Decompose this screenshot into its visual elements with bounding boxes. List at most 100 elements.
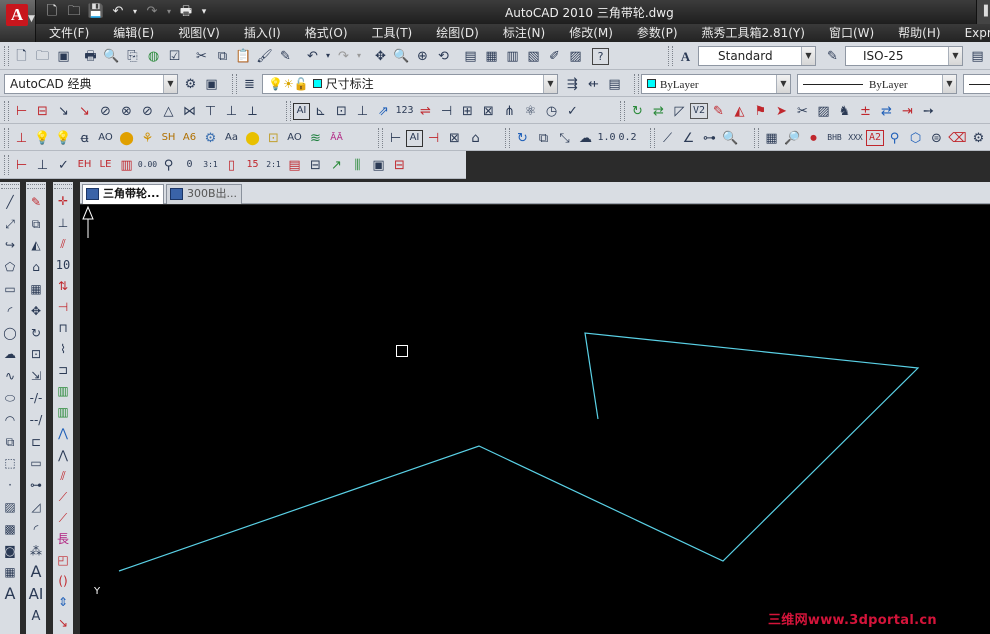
dim-space-icon[interactable]: ⟂ <box>242 101 263 122</box>
pan-icon[interactable]: ✥ <box>370 46 391 67</box>
lineweight-select[interactable] <box>963 74 990 94</box>
copy-object-icon[interactable]: ⧉ <box>26 213 46 235</box>
workspace-settings-icon[interactable]: ⚙ <box>180 74 201 95</box>
cube-icon[interactable]: ⬡ <box>905 128 926 149</box>
toolbar-grip[interactable] <box>4 101 9 121</box>
zoom-window-icon[interactable]: ⊕ <box>412 46 433 67</box>
table-red-icon[interactable]: ▤ <box>284 155 305 176</box>
menu-view[interactable]: 视图(V) <box>165 24 231 42</box>
revision-cloud-icon[interactable]: ☁ <box>0 344 20 366</box>
match-properties-icon[interactable]: 🖌 <box>254 46 275 67</box>
text-fill-icon[interactable]: ⬤ <box>116 128 137 149</box>
toolbar-grip[interactable] <box>668 46 673 66</box>
clean-screen-icon[interactable]: ▣ <box>201 74 222 95</box>
point-icon[interactable]: ⊶ <box>699 128 720 149</box>
text-align-icon[interactable]: A6 <box>179 128 200 149</box>
magnifier-icon[interactable]: 🔎 <box>782 128 803 149</box>
radius-dim-icon[interactable]: ⊘ <box>95 101 116 122</box>
toolbar-grip[interactable] <box>754 128 759 148</box>
convert-icon[interactable]: ↻ <box>627 101 648 122</box>
hatch-icon[interactable]: ▨ <box>0 496 20 518</box>
dim-h-icon[interactable]: ⊢ <box>11 155 32 176</box>
sheet-icon[interactable]: ⊟ <box>305 155 326 176</box>
circle-yellow-icon[interactable]: ⬤ <box>242 128 263 149</box>
cut-icon[interactable]: ✂ <box>191 46 212 67</box>
rotate-icon[interactable]: ↻ <box>26 322 46 344</box>
bulb-yellow-icon[interactable]: 💡 <box>53 128 74 149</box>
ratio-2-1-label[interactable]: 2:1 <box>263 155 284 176</box>
plot-preview-icon[interactable]: 🔍 <box>101 46 122 67</box>
customize-qat-icon[interactable]: ▾ <box>198 2 210 22</box>
page-corner-icon[interactable]: ◰ <box>53 550 73 571</box>
dim-update-icon[interactable]: ⊞ <box>457 101 478 122</box>
extend-icon[interactable]: --/ <box>26 409 46 431</box>
help-icon[interactable]: ? <box>592 47 609 65</box>
grid-color-icon[interactable]: ▥ <box>53 381 73 402</box>
markup-icon[interactable]: ✐ <box>544 46 565 67</box>
trim-icon[interactable]: -/- <box>26 387 46 409</box>
scale-icon[interactable]: ⧉ <box>533 128 554 149</box>
a2-label[interactable]: A2 <box>866 130 884 146</box>
center-mark-icon[interactable]: ⊥ <box>352 101 373 122</box>
toolbar-grip[interactable] <box>650 128 655 148</box>
construction-line-icon[interactable]: ⤢ <box>0 213 20 235</box>
toolbar-grip[interactable] <box>1 184 19 189</box>
menu-draw[interactable]: 绘图(D) <box>423 24 490 42</box>
menu-express[interactable]: Express <box>952 24 990 42</box>
workspace-select[interactable]: AutoCAD 经典 ▼ <box>4 74 178 94</box>
scale-1-label[interactable]: 1.0 <box>596 128 617 149</box>
dim-override-icon[interactable]: ⊠ <box>478 101 499 122</box>
toolbar-grip[interactable] <box>634 74 639 94</box>
refresh-icon[interactable]: ⇄ <box>876 101 897 122</box>
zoom-previous-icon[interactable]: ⟲ <box>433 46 454 67</box>
fillet-icon[interactable]: ◸ <box>669 101 690 122</box>
toolbar-grip[interactable] <box>505 128 510 148</box>
settings-icon[interactable]: ⚙ <box>968 128 989 149</box>
dim-jogline-icon[interactable]: ⊣ <box>436 101 457 122</box>
toolbar-grip[interactable] <box>4 46 9 66</box>
rotate-icon[interactable]: ↻ <box>512 128 533 149</box>
undo-icon[interactable]: ↶ <box>302 46 323 67</box>
menu-yanxiu-toolbox[interactable]: 燕秀工具箱2.81(Y) <box>689 24 816 42</box>
flag-icon[interactable]: ⚑ <box>750 101 771 122</box>
mirror-icon[interactable]: ◭ <box>26 235 46 257</box>
dim-break-icon[interactable]: ⇌ <box>415 101 436 122</box>
text-icon[interactable]: AI <box>26 583 46 605</box>
menu-format[interactable]: 格式(O) <box>292 24 359 42</box>
polygon-icon[interactable]: ⬠ <box>0 256 20 278</box>
baseline-dim-icon[interactable]: ⊤ <box>200 101 221 122</box>
ellipse-icon[interactable]: ⬭ <box>0 387 20 409</box>
toolbar-grip[interactable] <box>378 128 383 148</box>
make-block-icon[interactable]: ⬚ <box>0 453 20 475</box>
menu-help[interactable]: 帮助(H) <box>885 24 951 42</box>
bracket-icon[interactable]: ⊓ <box>53 317 73 338</box>
menu-tools[interactable]: 工具(T) <box>359 24 424 42</box>
text-case-icon[interactable]: Aa <box>221 128 242 149</box>
layer-select[interactable]: 💡☀🔓 尺寸标注 ▼ <box>262 74 558 94</box>
search-icon[interactable]: ⚲ <box>884 128 905 149</box>
arrow-down-icon[interactable]: ↘ <box>53 613 73 634</box>
multileader-icon[interactable]: ✓ <box>562 101 583 122</box>
undo-dropdown-icon[interactable]: ▾ <box>323 46 333 67</box>
text-replace-icon[interactable]: ĀĀ <box>326 128 347 149</box>
record-icon[interactable]: ⏺ <box>803 128 824 149</box>
offset-icon[interactable]: ⌂ <box>26 256 46 278</box>
break-at-point-icon[interactable]: ⊏ <box>26 431 46 453</box>
paste-icon[interactable]: 📋 <box>233 46 254 67</box>
line-icon[interactable]: ╱ <box>0 191 20 213</box>
zigzag-icon[interactable]: ⌇ <box>53 339 73 360</box>
chart-icon[interactable]: ▥ <box>116 155 137 176</box>
linear-dim-icon[interactable]: ⊢ <box>11 101 32 122</box>
break-icon[interactable]: ✂ <box>792 101 813 122</box>
dim-jog-icon[interactable]: ⌂ <box>465 128 486 149</box>
frame-icon[interactable]: ⊟ <box>389 155 410 176</box>
text-style-icon[interactable]: A <box>675 46 696 67</box>
sheet-set-manager-icon[interactable]: ▧ <box>523 46 544 67</box>
toolbar-grip[interactable] <box>4 128 9 148</box>
stretch-icon[interactable]: ⇲ <box>26 365 46 387</box>
redo-icon[interactable]: ↷ <box>142 2 162 22</box>
diagonal-icon[interactable]: ⟋ <box>53 486 73 507</box>
rectangle-icon[interactable]: ▭ <box>0 278 20 300</box>
gradient-icon[interactable]: ▩ <box>0 518 20 540</box>
ordinate-dim-icon[interactable]: ↘ <box>74 101 95 122</box>
